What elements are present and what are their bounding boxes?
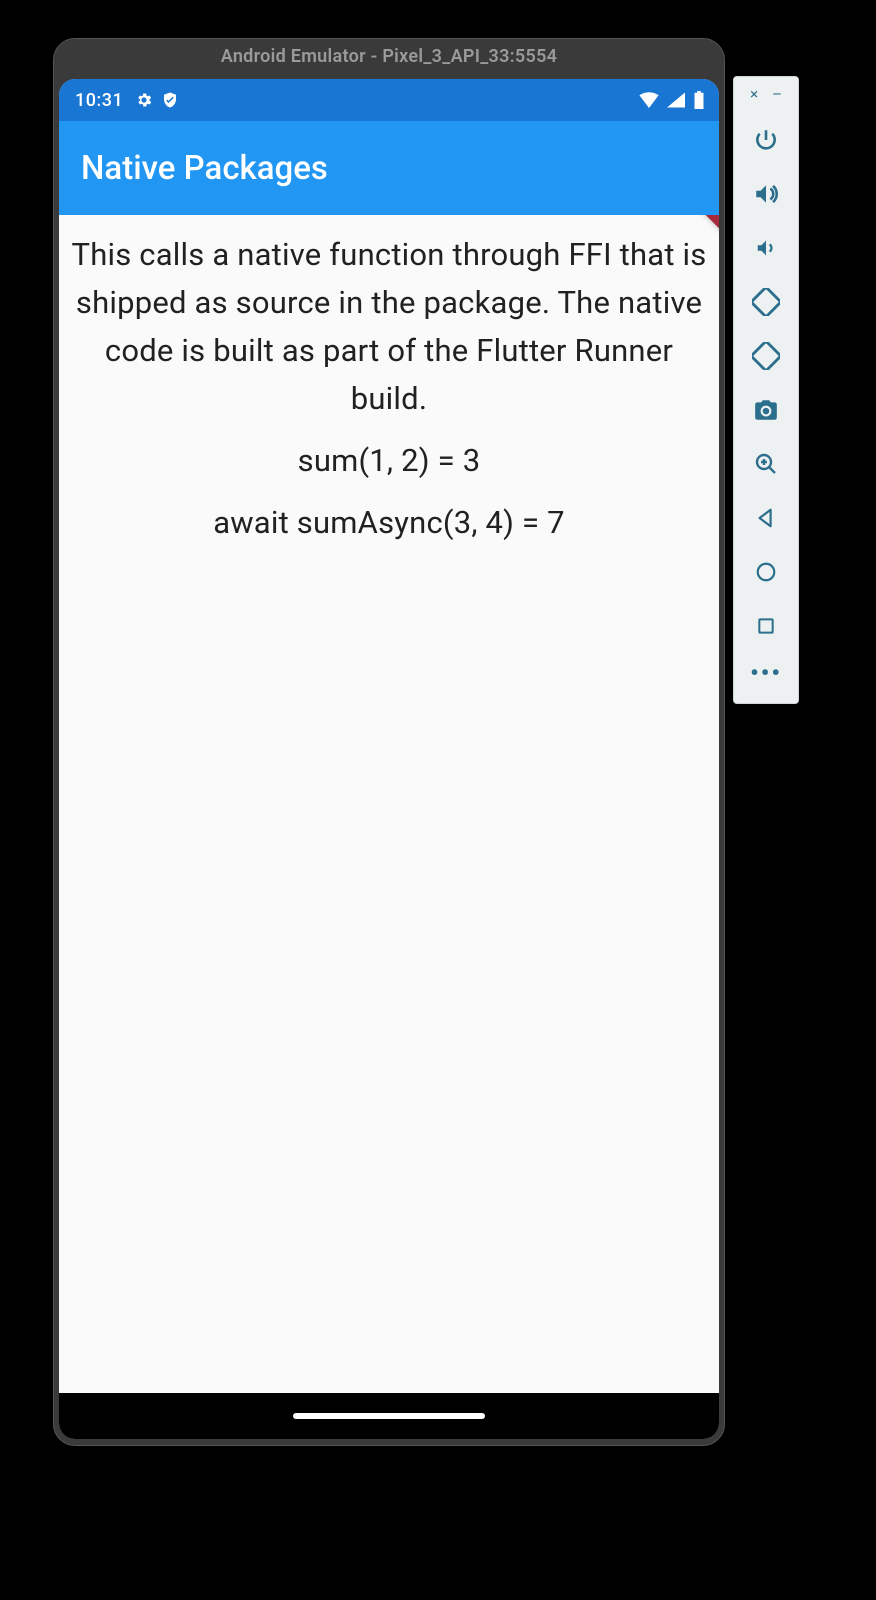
app-bar-title: Native Packages [81,149,328,188]
body-result-sumasync: await sumAsync(3, 4) = 7 [71,499,707,547]
home-button[interactable] [745,545,787,599]
wifi-icon [639,92,659,108]
emulator-minimize-button[interactable]: – [772,85,782,103]
android-status-bar: 10:31 [59,79,719,121]
cell-signal-icon [667,92,685,108]
status-bar-right [639,91,705,109]
rotate-right-button[interactable] [745,329,787,383]
emulator-window: Android Emulator - Pixel_3_API_33:5554 1… [53,38,725,1446]
overview-button[interactable] [745,599,787,653]
gear-icon [135,91,153,109]
more-options-button[interactable]: ••• [750,653,782,693]
volume-up-button[interactable] [745,167,787,221]
emulator-titlebar: Android Emulator - Pixel_3_API_33:5554 [54,39,724,75]
battery-icon [693,91,705,109]
zoom-button[interactable] [745,437,787,491]
volume-down-button[interactable] [745,221,787,275]
screenshot-button[interactable] [745,383,787,437]
app-body: This calls a native function through FFI… [59,215,719,1393]
rotate-left-button[interactable] [745,275,787,329]
status-bar-left: 10:31 [75,90,179,111]
app-bar: Native Packages [59,121,719,215]
device-frame: 10:31 [59,79,719,1439]
power-button[interactable] [745,113,787,167]
shield-icon [161,91,179,109]
emulator-toolbar: × – ••• [733,76,799,704]
back-button[interactable] [745,491,787,545]
status-bar-clock: 10:31 [75,90,123,111]
emulator-close-button[interactable]: × [750,85,758,103]
body-paragraph: This calls a native function through FFI… [71,231,707,423]
body-result-sum: sum(1, 2) = 3 [71,437,707,485]
nav-gesture-handle[interactable] [293,1413,485,1419]
android-nav-bar [59,1393,719,1439]
device-screen: 10:31 [59,79,719,1439]
